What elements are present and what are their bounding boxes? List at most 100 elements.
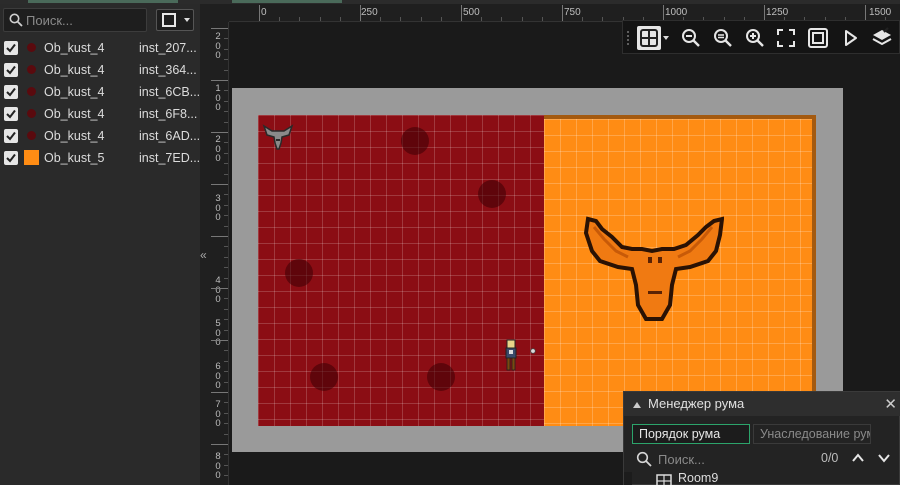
tab-room-inheritance[interactable]: Унаследование рум <box>753 424 871 444</box>
ruler-tick <box>224 298 228 300</box>
ruler-tick <box>224 225 228 227</box>
canvas-toolbar <box>622 20 900 54</box>
small-item-sprite[interactable] <box>530 348 536 354</box>
previous-result-button[interactable] <box>850 450 866 466</box>
panel-collapse-bar[interactable]: « <box>200 4 210 485</box>
ruler-label: 100 <box>215 83 221 113</box>
collapse-arrow-icon[interactable]: « <box>200 248 207 262</box>
ruler-tick <box>224 142 228 144</box>
ruler-tick <box>481 17 483 21</box>
panel-separator <box>624 472 632 485</box>
play-button[interactable] <box>838 26 862 50</box>
list-item[interactable]: Ob_kust_4 inst_6CB... <box>0 81 200 103</box>
collapse-triangle-icon[interactable] <box>633 402 641 408</box>
zoom-out-button[interactable] <box>679 26 703 50</box>
fit-view-button[interactable] <box>806 26 830 50</box>
zoom-in-button[interactable] <box>743 26 767 50</box>
chevron-down-icon <box>184 18 190 22</box>
player-sprite[interactable] <box>504 339 518 373</box>
ruler-tick <box>224 464 228 466</box>
visibility-checkbox[interactable] <box>4 63 18 77</box>
bush-instance[interactable] <box>401 127 429 155</box>
ruler-tick <box>764 5 765 21</box>
zoom-in-icon <box>746 29 764 47</box>
list-item[interactable]: Ob_kust_4 inst_364... <box>0 59 200 81</box>
zoom-reset-icon <box>714 29 732 47</box>
ruler-tick <box>224 152 228 154</box>
dark-red-dot-icon <box>27 109 36 118</box>
room-search-input[interactable] <box>658 449 808 469</box>
ruler-tick <box>224 121 228 123</box>
ruler-tick <box>224 246 228 248</box>
ruler-tick <box>211 340 228 341</box>
bush-instance[interactable] <box>427 363 455 391</box>
ruler-label: 700 <box>215 399 221 429</box>
ruler-label: 200 <box>215 134 221 164</box>
ruler-tick <box>360 5 361 21</box>
ruler-tick <box>211 132 228 133</box>
ruler-label: 500 <box>215 318 221 348</box>
ruler-tick <box>211 80 228 81</box>
square-icon <box>162 13 176 27</box>
ruler-tick <box>420 17 422 21</box>
ruler-tick <box>461 5 462 21</box>
list-item[interactable]: Ob_kust_5 inst_7ED... <box>0 147 200 169</box>
list-item[interactable]: Ob_kust_4 inst_207... <box>0 37 200 59</box>
bat-sprite-small[interactable] <box>262 123 294 153</box>
ruler-tick <box>211 444 228 445</box>
bat-sprite-large[interactable] <box>582 215 724 325</box>
ruler-label: 750 <box>564 7 581 18</box>
ruler-tick <box>224 381 228 383</box>
visibility-checkbox[interactable] <box>4 151 18 165</box>
next-result-button[interactable] <box>876 450 892 466</box>
chevron-down-icon[interactable] <box>663 36 669 40</box>
room-search <box>632 449 816 469</box>
ruler-label: 200 <box>215 31 221 61</box>
bush-instance[interactable] <box>285 259 313 287</box>
room-editor: Ob_kust_4 inst_207... Ob_kust_4 inst_364… <box>0 0 900 485</box>
fit-icon <box>808 28 828 48</box>
ruler-tick <box>582 17 584 21</box>
visibility-checkbox[interactable] <box>4 129 18 143</box>
visibility-checkbox[interactable] <box>4 107 18 121</box>
instance-search-input[interactable] <box>26 11 144 29</box>
ruler-tick <box>224 204 228 206</box>
dark-red-dot-icon <box>27 65 36 74</box>
ruler-tick <box>319 17 321 21</box>
list-item[interactable]: Ob_kust_4 inst_6AD... <box>0 125 200 147</box>
ruler-tick <box>259 5 260 21</box>
list-item[interactable]: Ob_kust_4 inst_6F8... <box>0 103 200 125</box>
ruler-tick <box>501 17 503 21</box>
zoom-reset-button[interactable] <box>711 26 735 50</box>
view-filter-button[interactable] <box>156 9 194 31</box>
toolbar-grip[interactable] <box>626 30 630 46</box>
object-name: Ob_kust_5 <box>44 151 105 165</box>
ruler-tick <box>602 17 604 21</box>
fullscreen-icon <box>777 29 795 47</box>
visibility-checkbox[interactable] <box>4 85 18 99</box>
zoom-out-icon <box>682 29 700 47</box>
bush-instance[interactable] <box>478 180 506 208</box>
ruler-tick <box>224 173 228 175</box>
ruler-tick <box>865 5 866 21</box>
instance-search <box>3 8 147 32</box>
ruler-tick <box>224 48 228 50</box>
bush-instance[interactable] <box>310 363 338 391</box>
fullscreen-button[interactable] <box>774 26 798 50</box>
visibility-checkbox[interactable] <box>4 41 18 55</box>
instance-id: inst_364... <box>139 63 197 77</box>
ruler-tick <box>224 111 228 113</box>
room-list-item[interactable]: Room9 <box>632 472 892 485</box>
room-manager-header[interactable]: Менеджер рума ✕ <box>624 392 900 416</box>
tab-room-order[interactable]: Порядок рума <box>632 424 750 444</box>
ruler-label: 800 <box>215 451 221 481</box>
ruler-tick <box>224 277 228 279</box>
layers-button[interactable] <box>870 26 894 50</box>
close-icon[interactable]: ✕ <box>884 395 897 413</box>
ruler-label: 0 <box>261 7 267 18</box>
object-name: Ob_kust_4 <box>44 85 105 99</box>
grid-toggle-button[interactable] <box>637 26 661 50</box>
ruler-tick <box>211 28 228 29</box>
ruler-corner <box>210 4 229 22</box>
ruler-tick <box>224 256 228 258</box>
